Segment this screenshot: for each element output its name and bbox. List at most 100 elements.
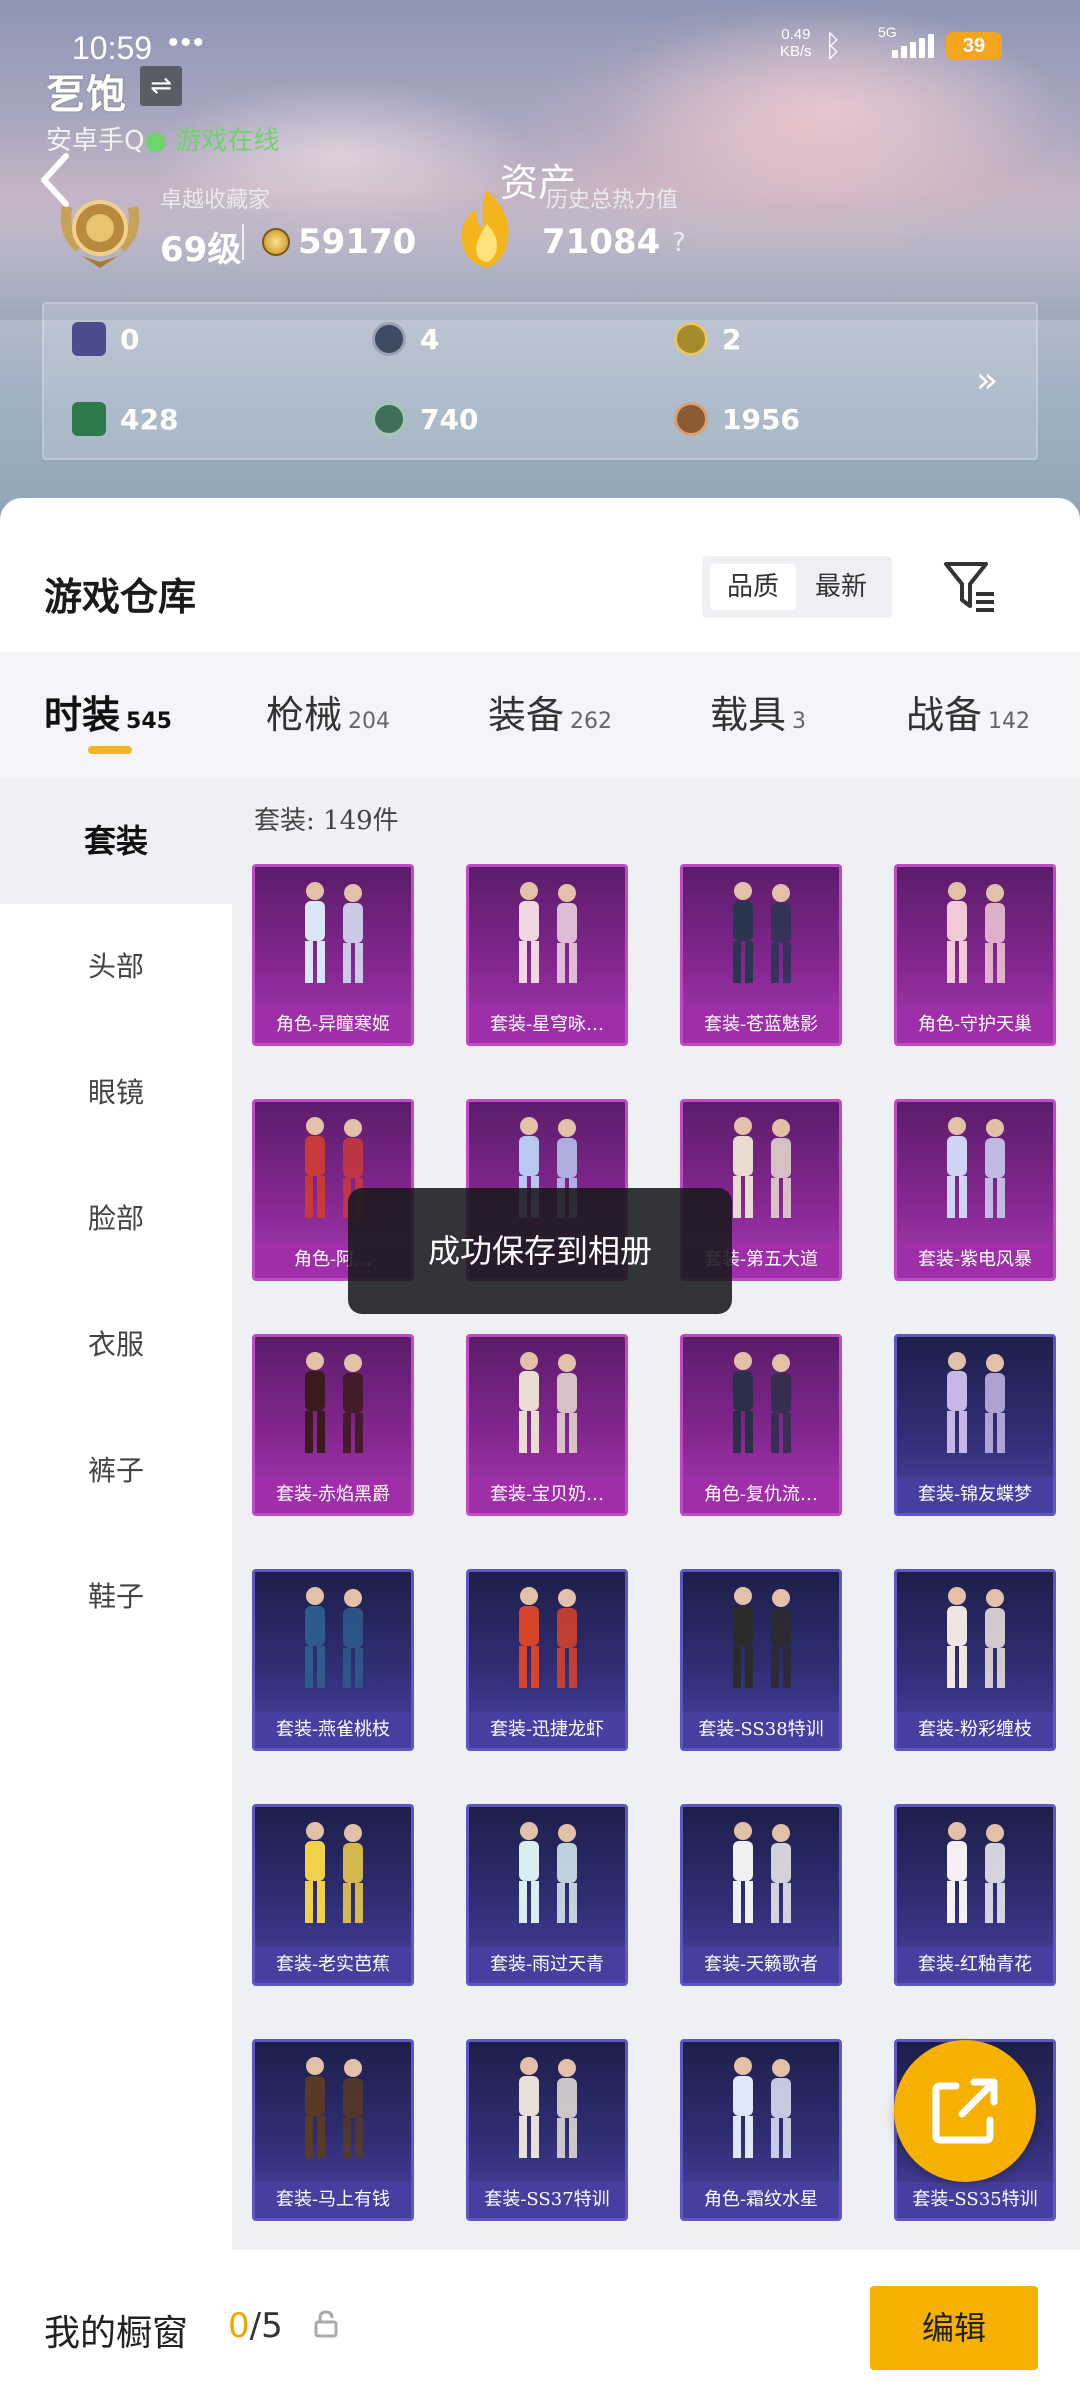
item-card[interactable]: 套装-锦友蝶梦	[894, 1334, 1056, 1516]
outfit-image	[733, 1352, 791, 1453]
profile-name: 乭饱	[46, 71, 126, 118]
item-caption: 角色-守护天巢	[897, 1007, 1053, 1043]
outfit-image	[947, 1587, 1005, 1688]
collector-level: 69级	[160, 230, 242, 270]
tab-vehicles[interactable]: 载具 3	[710, 684, 806, 739]
sort-quality-button[interactable]: 品质	[710, 564, 796, 610]
warehouse-title: 游戏仓库	[44, 574, 197, 619]
round-badge-icon	[372, 322, 406, 356]
divider	[242, 224, 244, 260]
item-card[interactable]: 套装-红釉青花	[894, 1804, 1056, 1986]
stat-item: 4	[372, 322, 439, 356]
tab-supplies[interactable]: 战备 142	[906, 684, 1030, 739]
heat-value: 71084	[542, 222, 661, 262]
sidebar: 套装 头部 眼镜 脸部 衣服 裤子 鞋子	[0, 778, 232, 2250]
green-card-icon	[72, 402, 106, 436]
sort-newest-button[interactable]: 最新	[798, 564, 884, 610]
item-card[interactable]: 角色-复仇流…	[680, 1334, 842, 1516]
item-caption: 角色-复仇流…	[683, 1477, 839, 1513]
lock-icon	[314, 2310, 338, 2338]
item-card[interactable]: 套装-SS37特训	[466, 2039, 628, 2221]
item-count: 套装: 149件	[254, 806, 399, 836]
share-button[interactable]	[894, 2040, 1036, 2182]
collector-medal-icon	[52, 186, 148, 270]
outfit-image	[733, 882, 791, 983]
item-caption: 套装-SS38特训	[683, 1712, 839, 1748]
stat-item: 428	[72, 402, 178, 436]
outfit-image	[733, 1587, 791, 1688]
item-card[interactable]: 套装-紫电风暴	[894, 1099, 1056, 1281]
item-caption: 套装-粉彩缠枝	[897, 1712, 1053, 1748]
coin-value: 59170	[298, 222, 417, 262]
help-icon[interactable]: ?	[672, 228, 686, 258]
showcase-label: 我的橱窗	[44, 2313, 189, 2354]
collector-title: 卓越收藏家	[160, 188, 271, 213]
item-card[interactable]: 角色-守护天巢	[894, 864, 1056, 1046]
outfit-image	[519, 1587, 577, 1688]
item-caption: 角色-霜纹水星	[683, 2182, 839, 2218]
stats-panel	[42, 302, 1038, 460]
item-card[interactable]: 角色-霜纹水星	[680, 2039, 842, 2221]
sort-toggle: 品质 最新	[702, 556, 892, 618]
book-icon	[72, 322, 106, 356]
item-card[interactable]: 套装-粉彩缠枝	[894, 1569, 1056, 1751]
switch-account-icon[interactable]: ⇌	[140, 66, 182, 106]
sidebar-item-glasses[interactable]: 眼镜	[0, 1030, 232, 1156]
coin-icon	[262, 228, 290, 256]
outfit-image	[519, 2057, 577, 2158]
item-card[interactable]: 套装-赤焰黑爵	[252, 1334, 414, 1516]
item-card[interactable]: 角色-异瞳寒姬	[252, 864, 414, 1046]
sidebar-item-suits[interactable]: 套装	[0, 778, 232, 904]
item-card[interactable]: 套装-马上有钱	[252, 2039, 414, 2221]
share-icon	[932, 2078, 998, 2144]
outfit-image	[947, 1117, 1005, 1218]
item-caption: 套装-天籁歌者	[683, 1947, 839, 1983]
item-caption: 套装-锦友蝶梦	[897, 1477, 1053, 1513]
sidebar-item-shoes[interactable]: 鞋子	[0, 1534, 232, 1660]
outfit-image	[305, 1587, 363, 1688]
outfit-image	[305, 1352, 363, 1453]
item-card[interactable]: 套装-老实芭蕉	[252, 1804, 414, 1986]
profile-status: 安卓手Q● 游戏在线	[46, 126, 280, 156]
item-card[interactable]: 套装-星穹咏…	[466, 864, 628, 1046]
item-card[interactable]: 套装-SS38特训	[680, 1569, 842, 1751]
item-caption: 套装-SS37特训	[469, 2182, 625, 2218]
item-caption: 套装-苍蓝魅影	[683, 1007, 839, 1043]
item-caption: 套装-老实芭蕉	[255, 1947, 411, 1983]
stat-item: 2	[674, 322, 741, 356]
item-card[interactable]: 套装-苍蓝魅影	[680, 864, 842, 1046]
item-card[interactable]: 套装-天籁歌者	[680, 1804, 842, 1986]
gold-badge-icon	[674, 322, 708, 356]
signal-icon: 5G	[872, 24, 934, 64]
stat-item: 1956	[674, 402, 800, 436]
tab-equipment[interactable]: 装备 262	[488, 684, 612, 739]
outfit-image	[519, 882, 577, 983]
item-caption: 套装-紫电风暴	[897, 1242, 1053, 1278]
active-tab-indicator	[88, 746, 132, 754]
stats-more-icon[interactable]: »	[976, 360, 998, 401]
showcase-count: 0/5	[228, 2306, 283, 2346]
item-card[interactable]: 套装-燕雀桃枝	[252, 1569, 414, 1751]
outfit-image	[947, 1352, 1005, 1453]
tab-fashion[interactable]: 时装 545	[44, 684, 172, 739]
filter-icon[interactable]	[940, 558, 1000, 614]
item-caption: 套装-红釉青花	[897, 1947, 1053, 1983]
stat-item: 740	[372, 402, 478, 436]
flame-icon	[450, 188, 524, 270]
outfit-image	[519, 1822, 577, 1923]
sidebar-item-head[interactable]: 头部	[0, 904, 232, 1030]
edit-button[interactable]: 编辑	[870, 2286, 1038, 2370]
item-card[interactable]: 套装-宝贝奶…	[466, 1334, 628, 1516]
green-orb-icon	[372, 402, 406, 436]
bluetooth-icon: ᛒ	[824, 30, 842, 63]
sidebar-item-pants[interactable]: 裤子	[0, 1408, 232, 1534]
sidebar-item-clothes[interactable]: 衣服	[0, 1282, 232, 1408]
toast-message: 成功保存到相册	[348, 1188, 732, 1314]
item-card[interactable]: 套装-迅捷龙虾	[466, 1569, 628, 1751]
sidebar-item-face[interactable]: 脸部	[0, 1156, 232, 1282]
tab-weapons[interactable]: 枪械 204	[266, 684, 390, 739]
outfit-image	[947, 882, 1005, 983]
item-caption: 套装-SS35特训	[897, 2182, 1053, 2218]
item-card[interactable]: 套装-雨过天青	[466, 1804, 628, 1986]
stat-item: 0	[72, 322, 139, 356]
